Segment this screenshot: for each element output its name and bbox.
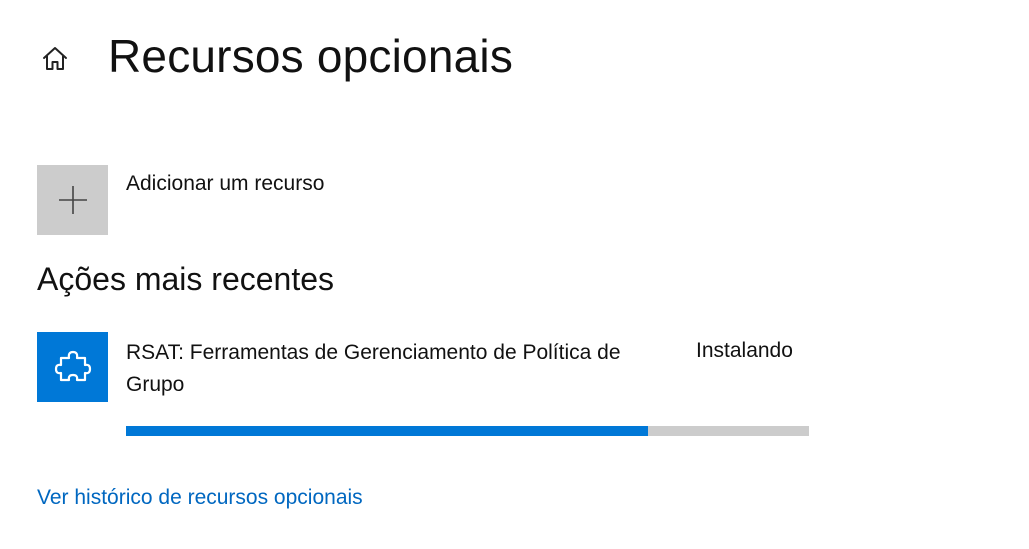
- recent-actions-heading: Ações mais recentes: [37, 261, 335, 297]
- install-progress-fill: [126, 426, 649, 436]
- home-icon[interactable]: [37, 40, 73, 76]
- optional-features-page: Recursos opcionais Adicionar um recurso …: [0, 0, 1029, 549]
- feature-icon-tile: [37, 332, 108, 402]
- puzzle-piece-icon: [54, 350, 91, 382]
- feature-status: Instalando: [696, 339, 793, 362]
- page-title: Recursos opcionais: [108, 30, 514, 82]
- plus-icon: [58, 186, 87, 214]
- feature-name: RSAT: Ferramentas de Gerenciamento de Po…: [126, 341, 621, 396]
- add-feature-button[interactable]: [37, 165, 108, 235]
- home-icon-glyph: [43, 47, 67, 70]
- install-progress-bar: [126, 426, 809, 436]
- add-feature-label[interactable]: Adicionar um recurso: [126, 170, 324, 198]
- optional-features-history-link[interactable]: Ver histórico de recursos opcionais: [37, 484, 363, 512]
